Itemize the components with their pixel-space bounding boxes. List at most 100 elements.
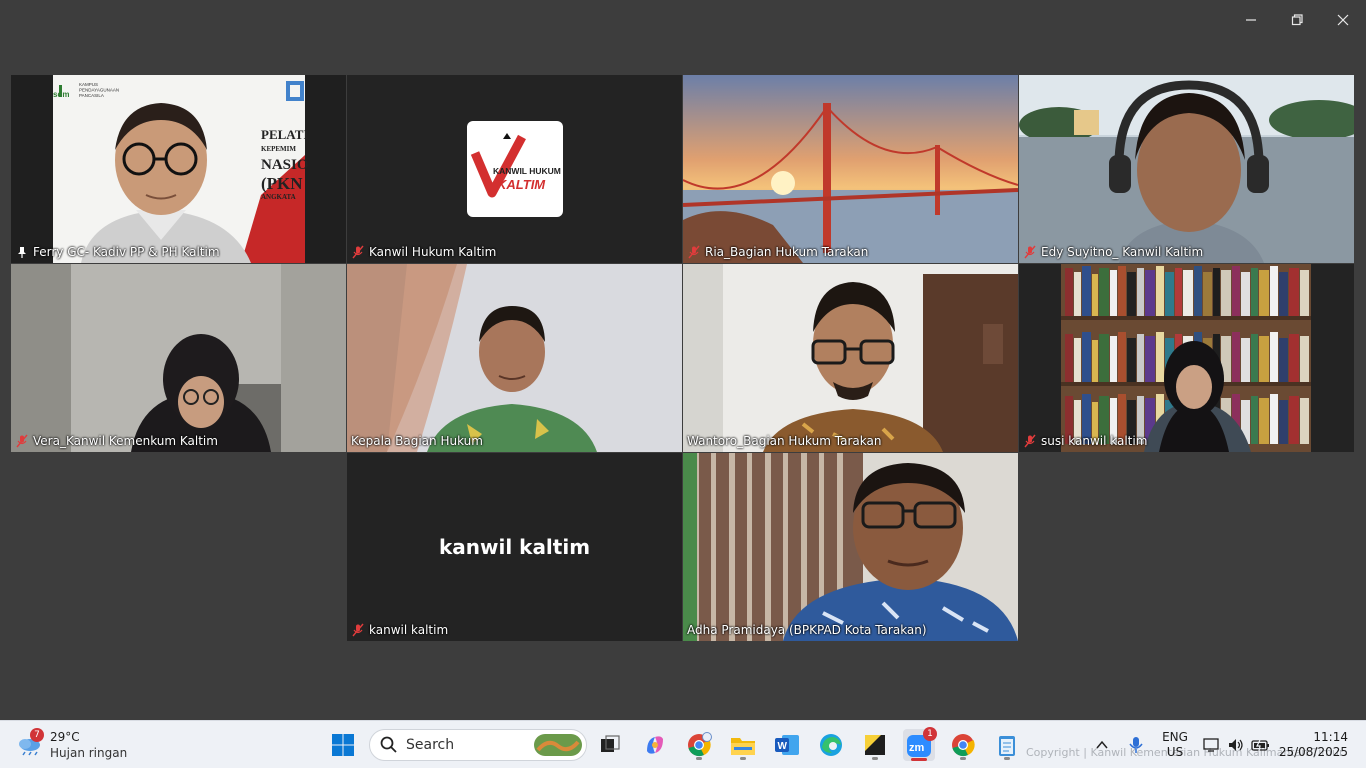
participant-name: Ria_Bagian Hukum Tarakan xyxy=(705,245,869,259)
mic-muted-icon xyxy=(1024,245,1036,259)
weather-badge: 7 xyxy=(30,728,44,742)
input-language[interactable]: ENG US xyxy=(1160,730,1190,760)
banner-text: PELATI xyxy=(261,127,308,142)
clock-time: 11:14 xyxy=(1313,730,1348,744)
quick-settings-button[interactable] xyxy=(1198,729,1276,761)
participant-nameplate: Kepala Bagian Hukum xyxy=(351,432,483,450)
participant-name: kanwil kaltim xyxy=(369,623,449,637)
sticky-notes-icon xyxy=(865,735,885,755)
banner-brand: sdm xyxy=(53,90,69,99)
participant-tile[interactable]: Edy Suyitno_ Kanwil Kaltim xyxy=(1019,75,1354,263)
zoom-button[interactable]: zm 1 xyxy=(903,727,937,761)
notepad-button[interactable] xyxy=(991,729,1023,761)
banner-logo-line: PANCASILA xyxy=(79,93,104,98)
participant-nameplate: Ria_Bagian Hukum Tarakan xyxy=(687,243,868,261)
keyboard-layout: US xyxy=(1166,745,1184,759)
close-button[interactable] xyxy=(1320,0,1366,40)
word-icon: W xyxy=(775,735,799,755)
banner-logo-line: KAMPUS xyxy=(79,82,98,87)
participant-name: Kepala Bagian Hukum xyxy=(351,434,483,448)
participant-display-name: kanwil kaltim xyxy=(438,535,591,559)
participant-tile[interactable]: KANWIL HUKUM KALTIM Kanwil Hukum Kaltim xyxy=(347,75,682,263)
word-button[interactable]: W xyxy=(771,729,803,761)
folder-icon xyxy=(731,738,755,755)
logo-text: KALTIM xyxy=(497,177,546,192)
running-indicator xyxy=(872,757,878,760)
microphone-icon xyxy=(1129,737,1143,753)
taskbar-search[interactable]: Search xyxy=(369,729,587,761)
sticky-notes-button[interactable] xyxy=(859,729,891,761)
chrome-profile-button[interactable] xyxy=(683,729,715,761)
participant-nameplate: Edy Suyitno_ Kanwil Kaltim xyxy=(1023,243,1203,261)
participant-video: sdm KAMPUS PENDAYAGUNAAN PANCASILA PELAT… xyxy=(11,75,346,263)
mic-muted-icon xyxy=(352,245,364,259)
banner-text: NASIO xyxy=(261,157,309,173)
notepad-icon xyxy=(999,736,1015,756)
participant-nameplate: Vera_Kanwil Kemenkum Kaltim xyxy=(15,432,218,450)
banner-text: KEPEMIM xyxy=(261,145,296,153)
file-explorer-button[interactable] xyxy=(727,729,759,761)
clock-date: 25/08/2025 xyxy=(1278,745,1348,759)
chrome-icon xyxy=(688,732,712,757)
volume-icon xyxy=(1229,739,1243,751)
participant-nameplate: Wantoro_Bagian Hukum Tarakan xyxy=(687,432,881,450)
participant-tile[interactable]: Wantoro_Bagian Hukum Tarakan xyxy=(683,264,1018,452)
participant-tile[interactable]: Vera_Kanwil Kemenkum Kaltim xyxy=(11,264,346,452)
battery-charging-icon xyxy=(1251,739,1269,752)
mic-muted-icon xyxy=(1024,434,1036,448)
task-view-button[interactable] xyxy=(594,729,626,761)
participant-nameplate: Adha Pramidaya (BPKPAD Kota Tarakan) xyxy=(687,621,927,639)
chrome-button[interactable] xyxy=(947,729,979,761)
participant-name: Wantoro_Bagian Hukum Tarakan xyxy=(687,434,882,448)
participant-tile[interactable]: Ria_Bagian Hukum Tarakan xyxy=(683,75,1018,263)
logo-text: KANWIL HUKUM xyxy=(493,166,561,176)
restore-button[interactable] xyxy=(1274,0,1320,40)
participant-nameplate: kanwil kaltim xyxy=(351,621,448,639)
search-highlight-icon xyxy=(534,734,582,756)
pinned-icon xyxy=(18,247,26,258)
participant-video xyxy=(11,264,346,452)
running-indicator xyxy=(1004,757,1010,760)
chevron-up-icon xyxy=(1096,740,1108,749)
participant-tile[interactable]: susi kanwil kaltim xyxy=(1019,264,1354,452)
participant-video xyxy=(1019,264,1354,452)
start-button[interactable] xyxy=(327,729,359,761)
participant-video xyxy=(683,453,1018,641)
copilot-icon xyxy=(647,736,663,754)
participant-video xyxy=(683,75,1018,263)
banner-text: ANGKATA xyxy=(261,193,296,201)
show-hidden-icons-button[interactable] xyxy=(1088,729,1116,761)
language-code: ENG xyxy=(1162,730,1188,744)
mic-muted-icon xyxy=(688,245,700,259)
participant-tile[interactable]: Kepala Bagian Hukum xyxy=(347,264,682,452)
windows-logo-icon xyxy=(332,734,354,756)
weather-temperature: 29°C xyxy=(50,730,80,744)
minimize-button[interactable] xyxy=(1228,0,1274,40)
participant-tile[interactable]: kanwil kaltim kanwil kaltim xyxy=(347,453,682,641)
participant-video xyxy=(347,264,682,452)
participant-video xyxy=(683,264,1018,452)
close-icon xyxy=(1337,14,1349,26)
mic-muted-icon xyxy=(352,623,364,637)
search-icon xyxy=(380,736,397,753)
weather-description: Hujan ringan xyxy=(50,746,128,760)
copilot-button[interactable] xyxy=(639,729,671,761)
microphone-button[interactable] xyxy=(1122,729,1150,761)
system-clock[interactable]: 11:14 25/08/2025 xyxy=(1279,730,1348,760)
banner-text: (PKN xyxy=(261,174,303,193)
participant-video: KANWIL HUKUM KALTIM xyxy=(347,75,682,263)
mic-muted-icon xyxy=(16,434,28,448)
zoom-notification-badge: 1 xyxy=(923,727,937,741)
search-placeholder: Search xyxy=(406,737,455,753)
running-indicator xyxy=(960,757,966,760)
participant-nameplate: Ferry GC- Kadiv PP & PH Kaltim xyxy=(15,243,220,261)
weather-widget[interactable]: 7 29°C Hujan ringan xyxy=(14,727,144,763)
participant-tile[interactable]: Adha Pramidaya (BPKPAD Kota Tarakan) xyxy=(683,453,1018,641)
restore-icon xyxy=(1291,14,1303,26)
participant-video xyxy=(1019,75,1354,263)
edge-button[interactable] xyxy=(815,729,847,761)
running-indicator xyxy=(740,757,746,760)
chrome-icon xyxy=(952,734,975,757)
participant-tile[interactable]: sdm KAMPUS PENDAYAGUNAAN PANCASILA PELAT… xyxy=(11,75,346,263)
participant-name: susi kanwil kaltim xyxy=(1041,434,1148,448)
